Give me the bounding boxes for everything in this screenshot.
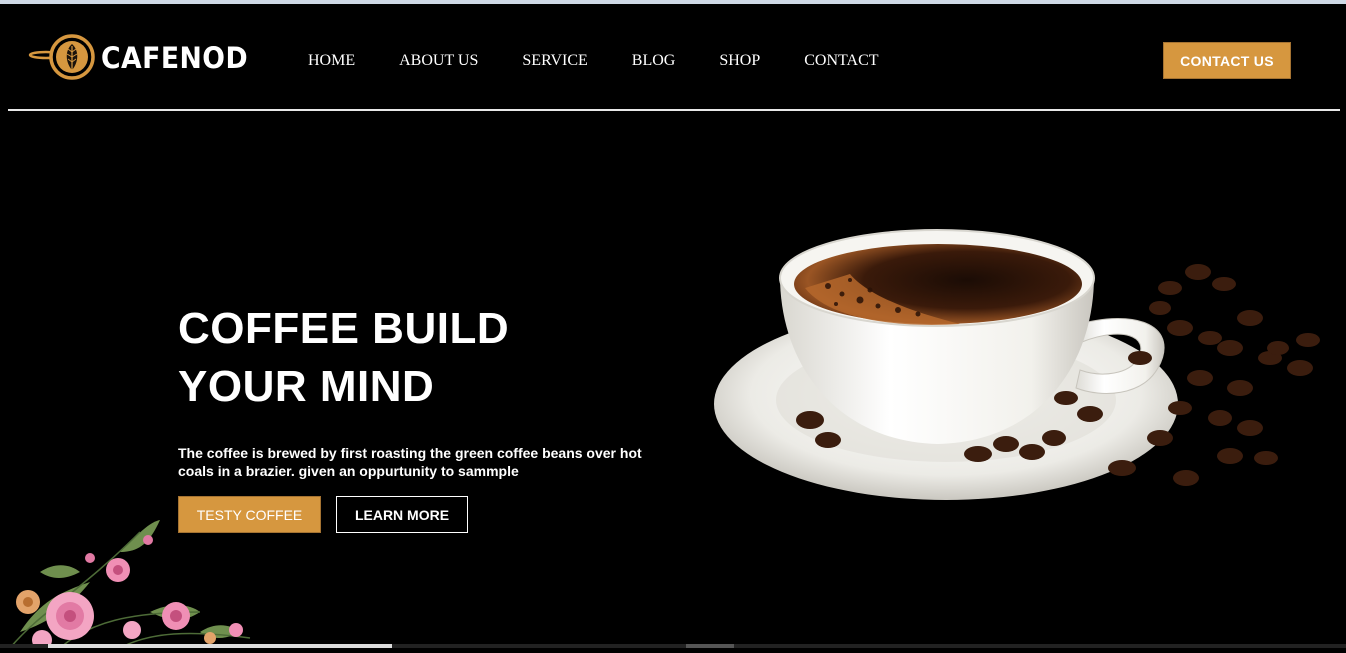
nav-item-contact[interactable]: CONTACT bbox=[804, 50, 878, 72]
scrollbar-segment bbox=[686, 644, 734, 648]
coffee-cup-leaf-icon bbox=[27, 32, 99, 84]
logo[interactable]: CAFENOD bbox=[27, 32, 261, 84]
main-nav: HOME ABOUT US SERVICE BLOG SHOP CONTACT bbox=[308, 50, 923, 72]
coffee-cup-with-beans-image bbox=[710, 228, 1330, 508]
nav-item-home[interactable]: HOME bbox=[308, 50, 355, 72]
nav-item-service[interactable]: SERVICE bbox=[522, 50, 587, 72]
hero-title-line2: YOUR MIND bbox=[178, 362, 435, 411]
nav-item-shop[interactable]: SHOP bbox=[719, 50, 760, 72]
header-divider bbox=[8, 109, 1340, 111]
hero-title: COFFEE BUILD YOUR MIND bbox=[178, 300, 509, 416]
hero-description: The coffee is brewed by first roasting t… bbox=[178, 445, 642, 479]
browser-top-strip bbox=[0, 0, 1346, 4]
contact-us-button[interactable]: CONTACT US bbox=[1163, 42, 1291, 79]
scrollbar-thumb[interactable] bbox=[48, 644, 392, 648]
learn-more-button[interactable]: LEARN MORE bbox=[336, 496, 468, 533]
nav-item-about-us[interactable]: ABOUT US bbox=[399, 50, 478, 72]
pink-flowers-image bbox=[0, 512, 260, 650]
hero-title-line1: COFFEE BUILD bbox=[178, 304, 510, 353]
brand-name: CAFENOD bbox=[101, 41, 249, 75]
nav-item-blog[interactable]: BLOG bbox=[632, 50, 676, 72]
